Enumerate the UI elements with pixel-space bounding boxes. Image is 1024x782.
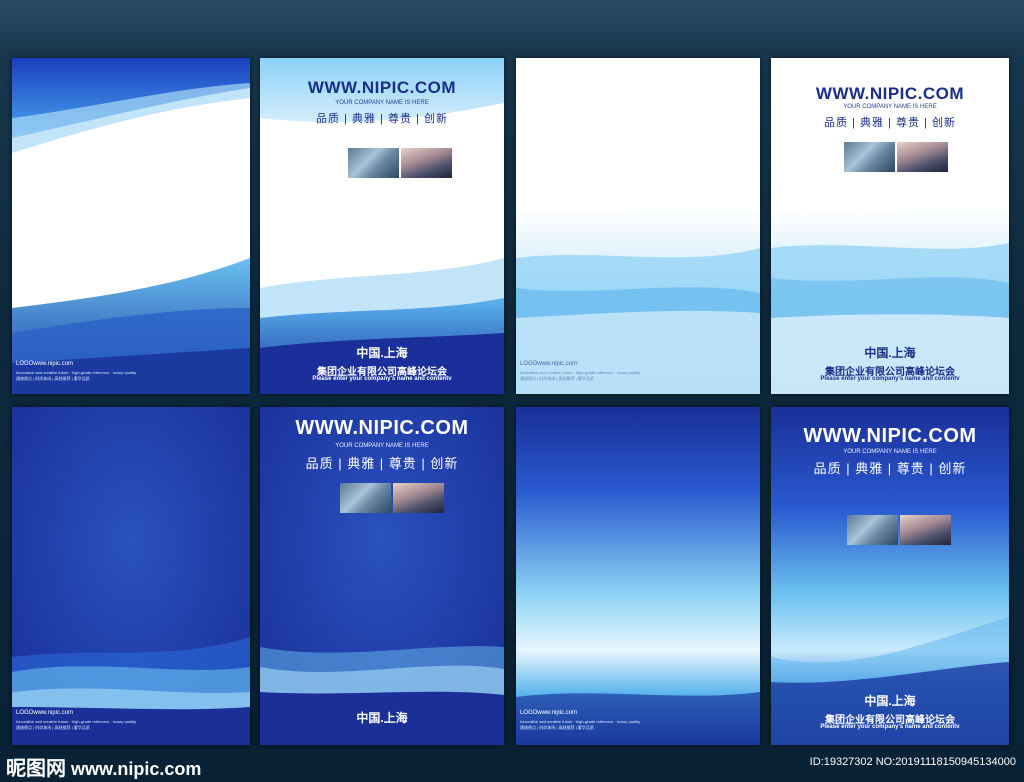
logo-text: LOGOwww.nipic.com — [16, 361, 74, 367]
bridge-photo — [897, 142, 948, 172]
brand-name: 昵图网 — [6, 758, 66, 780]
tagline: YOUR COMPANY NAME IS HERE — [843, 104, 937, 110]
city-text: 中国.上海 — [864, 694, 916, 708]
building-photo — [340, 483, 391, 513]
tiny-text: 通旅视点 | 时尚休闲 | 高档推荐 | 奢华品质 — [16, 725, 90, 730]
logo-text: LOGOwww.nipic.com — [16, 710, 74, 716]
url-title: WWW.NIPIC.COM — [307, 78, 457, 97]
front-cover-light-1: WWW.NIPIC.COM YOUR COMPANY NAME IS HERE … — [260, 58, 504, 394]
bridge-photo — [401, 148, 452, 178]
image-id: ID:19327302 NO:20191118150945134000 — [809, 756, 1016, 768]
front-cover-dark-2: WWW.NIPIC.COM YOUR COMPANY NAME IS HERE … — [771, 407, 1009, 745]
tiny-text: 通旅视点 | 时尚休闲 | 高档推荐 | 奢华品质 — [520, 725, 594, 730]
building-photo — [844, 142, 895, 172]
city-text: 中国.上海 — [864, 346, 916, 360]
enter-text: Please enter your company's name and con… — [820, 724, 960, 730]
tiny-text: Innovative and creative future · high-gr… — [16, 370, 137, 375]
tagline: YOUR COMPANY NAME IS HERE — [843, 449, 937, 455]
photo-strip — [844, 142, 948, 172]
back-cover-dark-2: LOGOwww.nipic.com Innovative and creativ… — [516, 407, 760, 745]
wave-graphic — [516, 407, 760, 745]
bridge-photo — [900, 515, 951, 545]
back-cover-light-1: LOGOwww.nipic.com Innovative and creativ… — [12, 58, 250, 394]
back-cover-dark-1: LOGOwww.nipic.com Innovative and creativ… — [12, 407, 250, 745]
back-cover-light-2: LOGOwww.nipic.com Innovative and creativ… — [516, 58, 760, 394]
tagline: YOUR COMPANY NAME IS HERE — [335, 443, 429, 449]
wave-graphic — [12, 407, 250, 745]
top-band — [0, 0, 1024, 48]
slogan: 品质 | 典雅 | 尊贵 | 创新 — [824, 117, 956, 129]
city-text: 中国.上海 — [356, 711, 408, 725]
slogan: 品质 | 典雅 | 尊贵 | 创新 — [813, 461, 967, 476]
building-photo — [847, 515, 898, 545]
tiny-text: 通旅视点 | 时尚休闲 | 高档推荐 | 奢华品质 — [16, 376, 90, 381]
front-cover-light-2: WWW.NIPIC.COM YOUR COMPANY NAME IS HERE … — [771, 58, 1009, 394]
front-cover-dark-1: WWW.NIPIC.COM YOUR COMPANY NAME IS HERE … — [260, 407, 504, 745]
photo-strip — [340, 483, 444, 513]
photo-strip — [847, 515, 951, 545]
wave-graphic — [516, 205, 760, 394]
tagline: YOUR COMPANY NAME IS HERE — [335, 100, 429, 106]
slogan: 品质 | 典雅 | 尊贵 | 创新 — [305, 456, 459, 471]
tiny-text: Innovative and creative future · high-gr… — [520, 719, 641, 724]
url-title: WWW.NIPIC.COM — [295, 417, 469, 439]
bridge-photo — [393, 483, 444, 513]
logo-text: LOGOwww.nipic.com — [520, 361, 578, 367]
brand-site: www.nipic.com — [71, 759, 202, 779]
tiny-text: Innovative and creative future · high-gr… — [520, 370, 641, 375]
enter-text: Please enter your company's name and con… — [312, 376, 452, 382]
slogan: 品质 | 典雅 | 尊贵 | 创新 — [316, 113, 448, 125]
watermark-brand: 昵图网 www.nipic.com — [6, 752, 201, 781]
url-title: WWW.NIPIC.COM — [815, 84, 965, 103]
logo-text: LOGOwww.nipic.com — [520, 710, 578, 716]
tiny-text: 通旅视点 | 时尚休闲 | 高档推荐 | 奢华品质 — [520, 376, 594, 381]
wave-graphic — [12, 58, 250, 394]
enter-text: Please enter your company's name and con… — [820, 376, 960, 382]
city-text: 中国.上海 — [356, 346, 408, 360]
url-title: WWW.NIPIC.COM — [803, 425, 977, 447]
building-photo — [348, 148, 399, 178]
photo-strip — [348, 148, 452, 178]
tiny-text: Innovative and creative future · high-gr… — [16, 719, 137, 724]
